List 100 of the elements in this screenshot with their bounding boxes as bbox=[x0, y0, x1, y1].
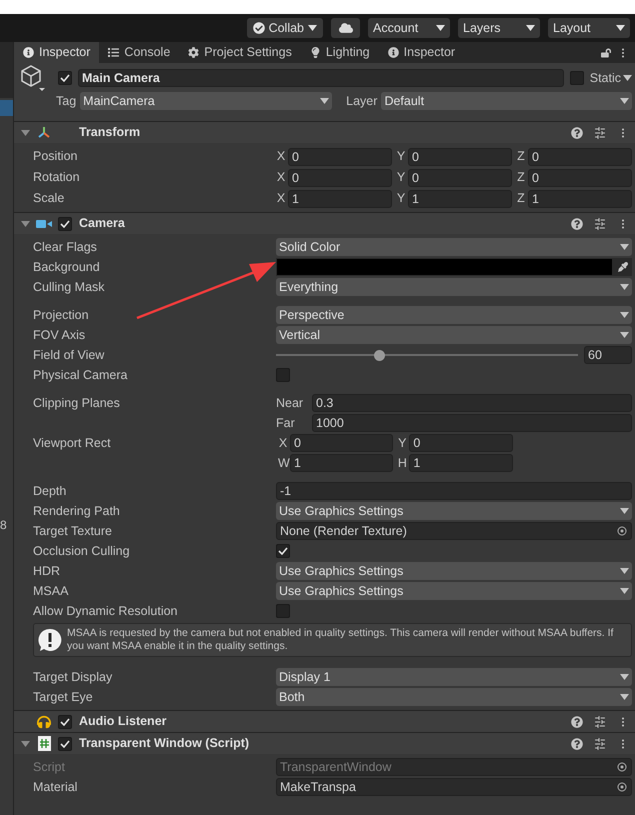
property-label: Rotation bbox=[33, 169, 81, 186]
number-field[interactable]: 1 bbox=[528, 190, 632, 208]
property-label: Culling Mask bbox=[33, 278, 106, 296]
component-title: Audio Listener bbox=[79, 713, 168, 730]
dropdown[interactable]: Perspective bbox=[276, 306, 632, 324]
tag-dropdown[interactable]: MainCamera bbox=[80, 92, 332, 110]
component-title: Camera bbox=[79, 215, 126, 232]
dropdown[interactable]: Use Graphics Settings bbox=[276, 562, 632, 580]
property-label: Depth bbox=[33, 482, 68, 500]
checkbox[interactable] bbox=[570, 71, 584, 85]
checkbox[interactable] bbox=[58, 736, 72, 750]
number-field[interactable]: 0 bbox=[408, 168, 512, 186]
number-field[interactable]: 0 bbox=[528, 168, 632, 186]
color-field[interactable] bbox=[276, 258, 613, 276]
lock-icon[interactable] bbox=[601, 48, 611, 58]
help-icon[interactable] bbox=[571, 738, 583, 750]
slider[interactable] bbox=[276, 349, 578, 361]
property-label: Physical Camera bbox=[33, 366, 128, 384]
number-field[interactable]: 0 bbox=[409, 434, 513, 452]
object-field[interactable]: MakeTranspa bbox=[276, 778, 632, 796]
toolbar-dropdown[interactable]: Account bbox=[368, 18, 450, 38]
property-label: Scale bbox=[33, 190, 66, 208]
axis-label: Z bbox=[516, 169, 526, 186]
caret-icon bbox=[20, 740, 30, 746]
property-label: HDR bbox=[33, 562, 62, 580]
collab-button[interactable]: Collab bbox=[246, 18, 323, 38]
cloud-button[interactable] bbox=[331, 18, 360, 38]
warning-icon bbox=[37, 627, 63, 653]
component-header[interactable]: Audio Listener bbox=[14, 711, 635, 732]
presets-icon[interactable] bbox=[594, 218, 606, 230]
toolbar-dropdown[interactable]: Layout bbox=[548, 18, 630, 38]
dropdown[interactable]: Display 1 bbox=[276, 668, 632, 686]
number-field[interactable]: 1 bbox=[288, 190, 392, 208]
presets-icon[interactable] bbox=[594, 126, 606, 138]
static-dropdown[interactable]: Static bbox=[590, 68, 632, 88]
caret-icon bbox=[620, 674, 629, 680]
number-field[interactable]: 1 bbox=[408, 190, 512, 208]
dropdown[interactable]: Use Graphics Settings bbox=[276, 582, 632, 600]
dropdown[interactable]: Vertical bbox=[276, 326, 632, 344]
tab[interactable]: Console bbox=[99, 42, 180, 63]
eyedropper-button[interactable] bbox=[613, 258, 632, 276]
number-field[interactable]: 0 bbox=[408, 148, 512, 166]
toolbar-dropdown[interactable]: Layers bbox=[458, 18, 540, 38]
component-header[interactable]: Transparent Window (Script) bbox=[14, 733, 635, 754]
axis-label: Z bbox=[516, 190, 526, 208]
number-field[interactable]: 1 bbox=[290, 454, 394, 472]
caret-icon bbox=[20, 220, 30, 226]
tab[interactable]: Lighting bbox=[300, 42, 379, 63]
name-field[interactable]: Main Camera bbox=[78, 69, 564, 87]
checkbox[interactable] bbox=[276, 544, 290, 558]
component-header[interactable]: Transform bbox=[14, 122, 635, 143]
checkbox[interactable] bbox=[58, 216, 72, 230]
property-label: Background bbox=[33, 258, 101, 276]
number-field[interactable]: 60 bbox=[584, 346, 632, 364]
property-label: Script bbox=[33, 758, 66, 776]
layer-dropdown[interactable]: Default bbox=[381, 92, 632, 110]
dropdown[interactable]: Use Graphics Settings bbox=[276, 502, 632, 520]
help-icon[interactable] bbox=[571, 126, 583, 138]
checkbox[interactable] bbox=[58, 71, 72, 85]
gameobject-icon[interactable] bbox=[20, 64, 46, 92]
number-field[interactable]: 0 bbox=[528, 148, 632, 166]
help-icon[interactable] bbox=[571, 716, 583, 728]
number-field[interactable]: 0.3 bbox=[312, 394, 632, 412]
caret-icon bbox=[436, 25, 445, 31]
axis-label: W bbox=[278, 454, 288, 472]
dropdown[interactable]: Solid Color bbox=[276, 238, 632, 256]
property-label: Position bbox=[33, 148, 78, 166]
axis-label: Y bbox=[396, 190, 406, 208]
component-title: Transparent Window (Script) bbox=[79, 735, 250, 752]
dropdown[interactable]: Both bbox=[276, 688, 632, 706]
property-label: Material bbox=[33, 778, 78, 796]
checkbox[interactable] bbox=[58, 714, 72, 728]
layer-label: Layer bbox=[346, 92, 378, 110]
axis-label: H bbox=[397, 454, 408, 472]
caret-icon bbox=[620, 244, 629, 250]
axes-icon bbox=[36, 124, 52, 140]
property-label: Target Texture bbox=[33, 522, 113, 540]
property-label: Viewport Rect bbox=[33, 435, 112, 452]
checkbox[interactable] bbox=[276, 604, 290, 618]
number-field[interactable]: 1000 bbox=[312, 414, 632, 432]
checkbox[interactable] bbox=[276, 368, 290, 382]
tab[interactable]: Inspector bbox=[378, 42, 464, 63]
number-field[interactable]: 1 bbox=[409, 454, 513, 472]
number-field[interactable]: 0 bbox=[288, 148, 392, 166]
headphones-icon bbox=[37, 714, 51, 728]
number-field[interactable]: -1 bbox=[276, 482, 632, 500]
help-icon[interactable] bbox=[571, 218, 583, 230]
component-header[interactable]: Camera bbox=[14, 213, 635, 234]
tab[interactable]: Inspector bbox=[14, 42, 100, 63]
number-field[interactable]: 0 bbox=[290, 434, 394, 452]
presets-icon[interactable] bbox=[594, 716, 606, 728]
tab[interactable]: Project Settings bbox=[179, 42, 301, 63]
object-field[interactable]: None (Render Texture) bbox=[276, 522, 632, 540]
caret-icon bbox=[620, 98, 629, 104]
axis-label: X bbox=[276, 169, 286, 186]
property-label: Occlusion Culling bbox=[33, 542, 131, 560]
dropdown[interactable]: Everything bbox=[276, 278, 632, 296]
number-field[interactable]: 0 bbox=[288, 168, 392, 186]
property-label: FOV Axis bbox=[33, 326, 86, 344]
presets-icon[interactable] bbox=[594, 738, 606, 750]
